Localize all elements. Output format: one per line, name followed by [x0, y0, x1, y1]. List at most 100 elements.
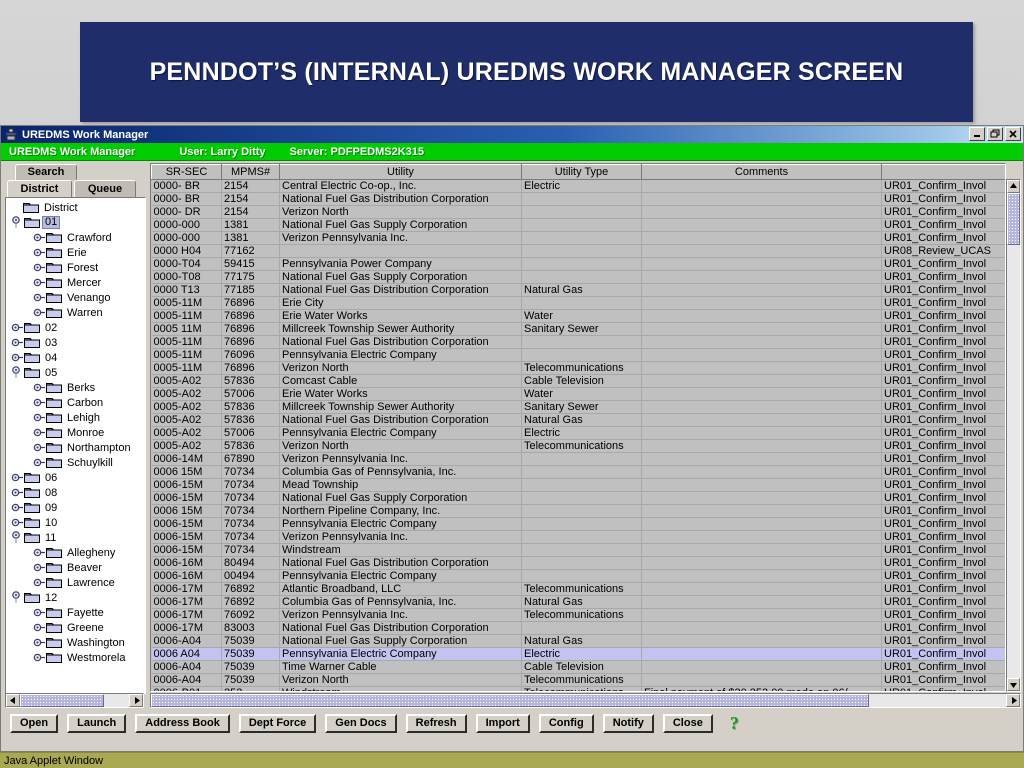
tree-node-lehigh[interactable]: Lehigh — [8, 410, 145, 425]
grid-scroll-down-arrow[interactable] — [1007, 678, 1020, 691]
tree-node-lawrence[interactable]: Lawrence — [8, 575, 145, 590]
tree-expander-collapsed-icon[interactable] — [11, 516, 24, 529]
tree-expander-collapsed-icon[interactable] — [11, 321, 24, 334]
tree-node-mercer[interactable]: Mercer — [8, 275, 145, 290]
table-row[interactable]: 0005 11M 76896 Millcreek Township Sewer Au… — [151, 322, 1005, 336]
table-row[interactable]: 0005-11M 76896 Erie Water Works Water UR01_C… — [151, 309, 1005, 323]
tree-expander-collapsed-icon[interactable] — [33, 636, 46, 649]
table-row[interactable]: 0000- DR 2154 Verizon North UR01_Confirm_In… — [151, 205, 1005, 219]
restore-button[interactable] — [987, 127, 1003, 141]
tree-node-04[interactable]: 04 — [8, 350, 145, 365]
table-row[interactable]: 0006-A04 75039 National Fuel Gas Supply Co… — [151, 634, 1005, 648]
table-row[interactable]: 0006-16M 80494 National Fuel Gas Distribut… — [151, 556, 1005, 570]
table-row[interactable]: 0005-A02 57836 National Fuel Gas Distribut… — [151, 413, 1005, 427]
table-row[interactable]: 0006-15M 70734 Mead Township UR01_Confirm_I… — [151, 478, 1005, 492]
table-row[interactable]: 0000-T08 77175 National Fuel Gas Supply Co… — [151, 270, 1005, 284]
tree-node-12[interactable]: 12 — [8, 590, 145, 605]
table-row[interactable]: 0006-A04 75039 Time Warner Cable Cable Tele… — [151, 660, 1005, 674]
table-row[interactable]: 0006 15M 70734 Northern Pipeline Company, … — [151, 504, 1005, 518]
tree-expander-collapsed-icon[interactable] — [33, 231, 46, 244]
help-icon[interactable]: ? — [730, 714, 739, 732]
sidebar-scroll-right-arrow[interactable] — [129, 694, 143, 707]
table-row[interactable]: 0005-11M 76896 Verizon North Telecommunicat… — [151, 361, 1005, 375]
sidebar-scroll-track[interactable] — [20, 694, 129, 707]
tree-node-fayette[interactable]: Fayette — [8, 605, 145, 620]
table-row[interactable]: 0006-17M 83003 National Fuel Gas Distribut… — [151, 621, 1005, 635]
work-items-grid[interactable]: SR-SEC MPMS# Utility Utility Type Commen… — [150, 163, 1006, 692]
grid-vscroll-thumb[interactable] — [1007, 193, 1020, 245]
col-header-utility-type[interactable]: Utility Type — [521, 164, 642, 180]
tree-expander-expanded-icon[interactable] — [11, 531, 24, 544]
tree-expander-collapsed-icon[interactable] — [33, 426, 46, 439]
dept-force-button[interactable]: Dept Force — [238, 713, 317, 733]
tree-expander-collapsed-icon[interactable] — [11, 471, 24, 484]
tree-node-district[interactable]: District — [8, 200, 145, 215]
table-row[interactable]: 0000-000 1381 National Fuel Gas Supply Cor… — [151, 218, 1005, 232]
table-row[interactable]: 0005-A02 57836 Comcast Cable Cable Televisi… — [151, 374, 1005, 388]
launch-button[interactable]: Launch — [67, 713, 127, 733]
sidebar-scroll-left-arrow[interactable] — [6, 694, 20, 707]
tab-district[interactable]: District — [7, 180, 72, 197]
table-row[interactable]: 0000- BR 2154 National Fuel Gas Distributi… — [151, 192, 1005, 206]
tree-node-crawford[interactable]: Crawford — [8, 230, 145, 245]
tree-node-washington[interactable]: Washington — [8, 635, 145, 650]
col-header-mpms[interactable]: MPMS# — [221, 164, 280, 180]
tree-node-schuylkill[interactable]: Schuylkill — [8, 455, 145, 470]
tree-expander-collapsed-icon[interactable] — [33, 651, 46, 664]
tree-expander-collapsed-icon[interactable] — [33, 621, 46, 634]
table-row[interactable]: 0006 A04 75039 Pennsylvania Electric Compa… — [151, 647, 1005, 661]
table-row[interactable]: 0000- BR 2154 Central Electric Co-op., Inc… — [151, 179, 1005, 193]
table-row[interactable]: 0006-17M 76892 Atlantic Broadband, LLC Tele… — [151, 582, 1005, 596]
col-header-utility[interactable]: Utility — [279, 164, 522, 180]
table-row[interactable]: 0005-11M 76896 National Fuel Gas Distribut… — [151, 335, 1005, 349]
table-row[interactable]: 0006-15M 70734 National Fuel Gas Supply Co… — [151, 491, 1005, 505]
open-button[interactable]: Open — [10, 713, 59, 733]
tree-node-01[interactable]: 01 — [8, 215, 145, 230]
tree-expander-expanded-icon[interactable] — [11, 591, 24, 604]
import-button[interactable]: Import — [475, 713, 530, 733]
tree-node-berks[interactable]: Berks — [8, 380, 145, 395]
tree-node-monroe[interactable]: Monroe — [8, 425, 145, 440]
tree-expander-expanded-icon[interactable] — [11, 216, 24, 229]
table-row[interactable]: 0006-17M 76092 Verizon Pennsylvania Inc. Te… — [151, 608, 1005, 622]
close-button[interactable] — [1005, 127, 1021, 141]
minimize-button[interactable] — [969, 127, 985, 141]
table-row[interactable]: 0006-15M 70734 Verizon Pennsylvania Inc. UR… — [151, 530, 1005, 544]
tree-expander-collapsed-icon[interactable] — [33, 561, 46, 574]
table-row[interactable]: 0005-A02 57836 Millcreek Township Sewer Au… — [151, 400, 1005, 414]
gen-docs-button[interactable]: Gen Docs — [325, 713, 397, 733]
table-row[interactable]: 0006-16M 00494 Pennsylvania Electric Compa… — [151, 569, 1005, 583]
grid-horizontal-scrollbar[interactable] — [150, 693, 1021, 708]
tree-expander-collapsed-icon[interactable] — [11, 351, 24, 364]
table-row[interactable]: 0005-A02 57006 Pennsylvania Electric Compa… — [151, 426, 1005, 440]
table-row[interactable]: 0000-T04 59415 Pennsylvania Power Company U… — [151, 257, 1005, 271]
col-header-sr-sec[interactable]: SR-SEC — [151, 164, 222, 180]
tree-node-greene[interactable]: Greene — [8, 620, 145, 635]
table-row[interactable]: 0005-A02 57006 Erie Water Works Water UR01_C… — [151, 387, 1005, 401]
tree-node-06[interactable]: 06 — [8, 470, 145, 485]
tree-node-08[interactable]: 08 — [8, 485, 145, 500]
col-header-comments[interactable]: Comments — [641, 164, 882, 180]
grid-hscroll-thumb[interactable] — [151, 694, 869, 707]
table-row[interactable]: 0005-A02 57836 Verizon North Telecommunicat… — [151, 439, 1005, 453]
tree-node-beaver[interactable]: Beaver — [8, 560, 145, 575]
grid-hscroll-track[interactable] — [151, 694, 1006, 707]
tree-node-westmorela[interactable]: Westmorela — [8, 650, 145, 665]
table-row[interactable]: 0000 H04 77162 UR08_Review_UCAS — [151, 244, 1005, 258]
tree-expander-collapsed-icon[interactable] — [33, 546, 46, 559]
tree-expander-collapsed-icon[interactable] — [33, 411, 46, 424]
tab-search[interactable]: Search — [15, 164, 77, 180]
grid-scroll-right-arrow[interactable] — [1006, 694, 1020, 707]
tree-expander-collapsed-icon[interactable] — [33, 396, 46, 409]
tree-node-03[interactable]: 03 — [8, 335, 145, 350]
grid-vscroll-track[interactable] — [1007, 193, 1020, 678]
tree-expander-collapsed-icon[interactable] — [33, 306, 46, 319]
table-row[interactable]: 0006-17M 76892 Columbia Gas of Pennsylvani… — [151, 595, 1005, 609]
tree-node-forest[interactable]: Forest — [8, 260, 145, 275]
table-row[interactable]: 0006-B01252WindstreamTelecommunicationsF… — [151, 686, 1005, 691]
tree-node-02[interactable]: 02 — [8, 320, 145, 335]
tree-node-10[interactable]: 10 — [8, 515, 145, 530]
table-row[interactable]: 0006-A04 75039 Verizon North Telecommunicat… — [151, 673, 1005, 687]
sidebar-horizontal-scrollbar[interactable] — [5, 693, 144, 708]
tree-node-erie[interactable]: Erie — [8, 245, 145, 260]
